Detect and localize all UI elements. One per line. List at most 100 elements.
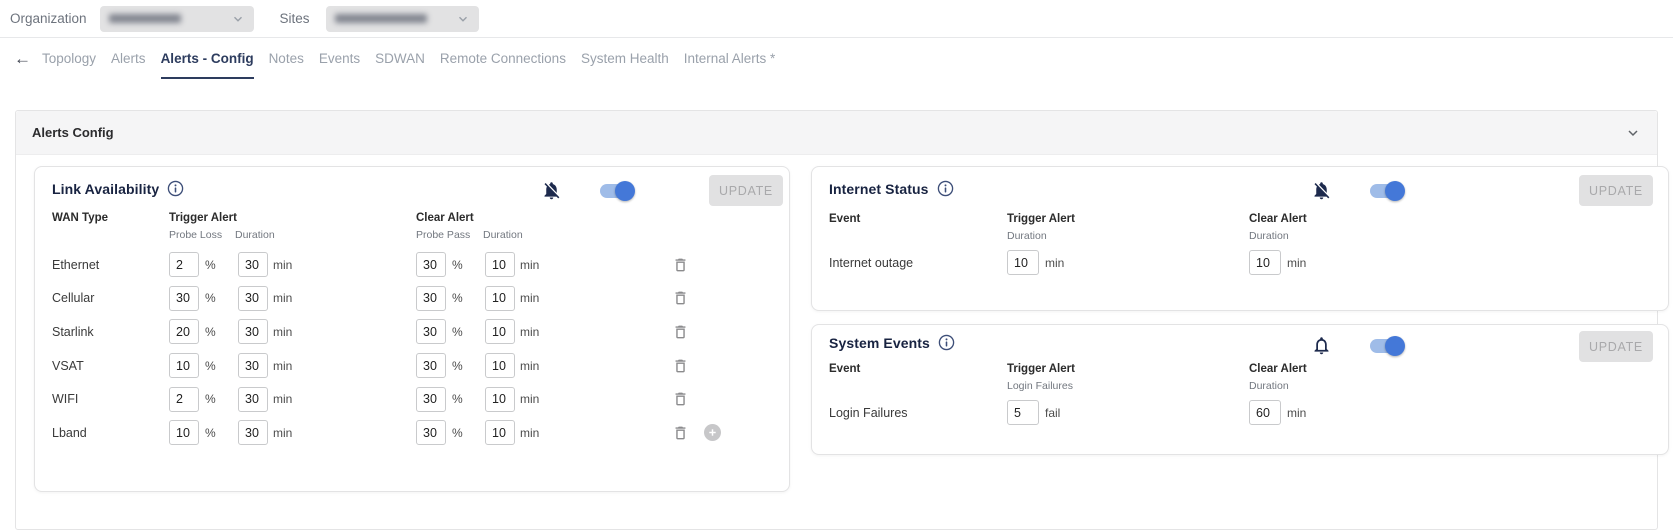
probe-pass-input[interactable] — [416, 353, 446, 378]
clear-duration-input[interactable] — [1249, 250, 1281, 275]
duration-subheader: Duration — [1249, 230, 1307, 242]
event-column-header: Event — [829, 213, 1007, 242]
trigger-duration-input[interactable] — [238, 319, 268, 344]
tab-sdwan[interactable]: SDWAN — [375, 38, 425, 79]
percent-unit: % — [205, 258, 238, 272]
probe-loss-input[interactable] — [169, 387, 199, 412]
probe-loss-input[interactable] — [169, 252, 199, 277]
info-icon[interactable] — [167, 180, 184, 197]
min-unit: min — [273, 392, 303, 406]
percent-unit: % — [452, 325, 485, 339]
percent-unit: % — [452, 291, 485, 305]
clear-duration-input[interactable] — [485, 252, 515, 277]
percent-unit: % — [205, 359, 238, 373]
bell-icon[interactable] — [1311, 335, 1332, 356]
update-button[interactable]: UPDATE — [709, 175, 783, 206]
clear-alert-header: Clear Alert — [1249, 363, 1307, 375]
min-unit: min — [273, 426, 303, 440]
delete-row-icon[interactable] — [672, 357, 689, 375]
chevron-down-icon — [231, 12, 245, 26]
min-unit: min — [520, 426, 550, 440]
probe-loss-input[interactable] — [169, 319, 199, 344]
clear-duration-input[interactable] — [485, 387, 515, 412]
tab-remote-connections[interactable]: Remote Connections — [440, 38, 566, 79]
probe-loss-input[interactable] — [169, 353, 199, 378]
probe-pass-input[interactable] — [416, 387, 446, 412]
clear-duration-input[interactable] — [485, 353, 515, 378]
trigger-duration-input[interactable] — [238, 252, 268, 277]
enable-toggle[interactable] — [1370, 336, 1405, 356]
min-unit: min — [520, 291, 550, 305]
update-button[interactable]: UPDATE — [1579, 331, 1653, 362]
enable-toggle[interactable] — [1370, 181, 1405, 201]
trigger-alert-header: Trigger Alert — [169, 212, 416, 224]
info-icon[interactable] — [938, 334, 955, 351]
delete-row-icon[interactable] — [672, 289, 689, 307]
table-row: Starlink % min % min — [35, 315, 789, 349]
duration-subheader: Duration — [235, 229, 275, 241]
sites-select[interactable] — [326, 6, 479, 32]
wan-type-label: Cellular — [52, 291, 169, 305]
info-icon[interactable] — [937, 180, 954, 197]
delete-row-icon[interactable] — [672, 390, 689, 408]
tab-alerts[interactable]: Alerts — [111, 38, 146, 79]
percent-unit: % — [452, 359, 485, 373]
fail-unit: fail — [1045, 406, 1060, 420]
clear-duration-input[interactable] — [485, 319, 515, 344]
enable-toggle[interactable] — [600, 181, 635, 201]
organization-label: Organization — [10, 11, 87, 26]
bell-off-icon[interactable] — [541, 180, 562, 201]
organization-select[interactable] — [100, 6, 254, 32]
trigger-alert-column-group: Trigger Alert Probe Loss Duration — [169, 212, 416, 241]
sites-label: Sites — [280, 11, 310, 26]
collapse-chevron-icon[interactable] — [1625, 125, 1641, 141]
duration-subheader: Duration — [1007, 230, 1249, 242]
alerts-config-panel-header: Alerts Config — [16, 111, 1657, 155]
trigger-duration-input[interactable] — [238, 387, 268, 412]
back-button[interactable]: ← — [14, 50, 31, 67]
wan-rows: Ethernet % min % min Cellular % min % mi… — [35, 248, 789, 450]
min-unit: min — [273, 325, 303, 339]
wan-type-label: Starlink — [52, 325, 169, 339]
delete-row-icon[interactable] — [672, 424, 689, 442]
min-unit: min — [520, 325, 550, 339]
clear-duration-input[interactable] — [1249, 400, 1281, 425]
percent-unit: % — [205, 325, 238, 339]
min-unit: min — [1045, 256, 1064, 270]
trigger-duration-input[interactable] — [238, 420, 268, 445]
probe-pass-input[interactable] — [416, 286, 446, 311]
trigger-duration-input[interactable] — [238, 353, 268, 378]
clear-duration-input[interactable] — [485, 420, 515, 445]
redacted-organization-value — [109, 14, 181, 23]
internet-status-row: Internet outage min min — [812, 249, 1668, 276]
delete-row-icon[interactable] — [672, 256, 689, 274]
min-unit: min — [1287, 406, 1306, 420]
trigger-duration-input[interactable] — [1007, 250, 1039, 275]
update-button[interactable]: UPDATE — [1579, 175, 1653, 206]
system-events-titlebar: System Events — [812, 325, 1668, 351]
tab-alerts-config[interactable]: Alerts - Config — [161, 38, 254, 79]
delete-row-icon[interactable] — [672, 323, 689, 341]
clear-duration-input[interactable] — [485, 286, 515, 311]
probe-pass-input[interactable] — [416, 252, 446, 277]
probe-pass-input[interactable] — [416, 319, 446, 344]
add-row-button[interactable] — [704, 424, 721, 441]
trigger-alert-column-group: Trigger Alert Login Failures — [1007, 363, 1249, 392]
tab-topology[interactable]: Topology — [42, 38, 96, 79]
probe-loss-input[interactable] — [169, 286, 199, 311]
tab-events[interactable]: Events — [319, 38, 360, 79]
min-unit: min — [520, 258, 550, 272]
panel-title: Alerts Config — [32, 125, 114, 140]
tab-notes[interactable]: Notes — [269, 38, 304, 79]
trigger-duration-input[interactable] — [238, 286, 268, 311]
bell-off-icon[interactable] — [1311, 180, 1332, 201]
toggle-thumb — [1385, 181, 1405, 201]
probe-loss-input[interactable] — [169, 420, 199, 445]
wan-type-label: WIFI — [52, 392, 169, 406]
login-failures-input[interactable] — [1007, 400, 1039, 425]
nav-tabs: Topology Alerts Alerts - Config Notes Events… — [42, 38, 775, 79]
trigger-alert-header: Trigger Alert — [1007, 213, 1249, 225]
tab-internal-alerts[interactable]: Internal Alerts * — [684, 38, 776, 79]
probe-pass-input[interactable] — [416, 420, 446, 445]
tab-system-health[interactable]: System Health — [581, 38, 669, 79]
